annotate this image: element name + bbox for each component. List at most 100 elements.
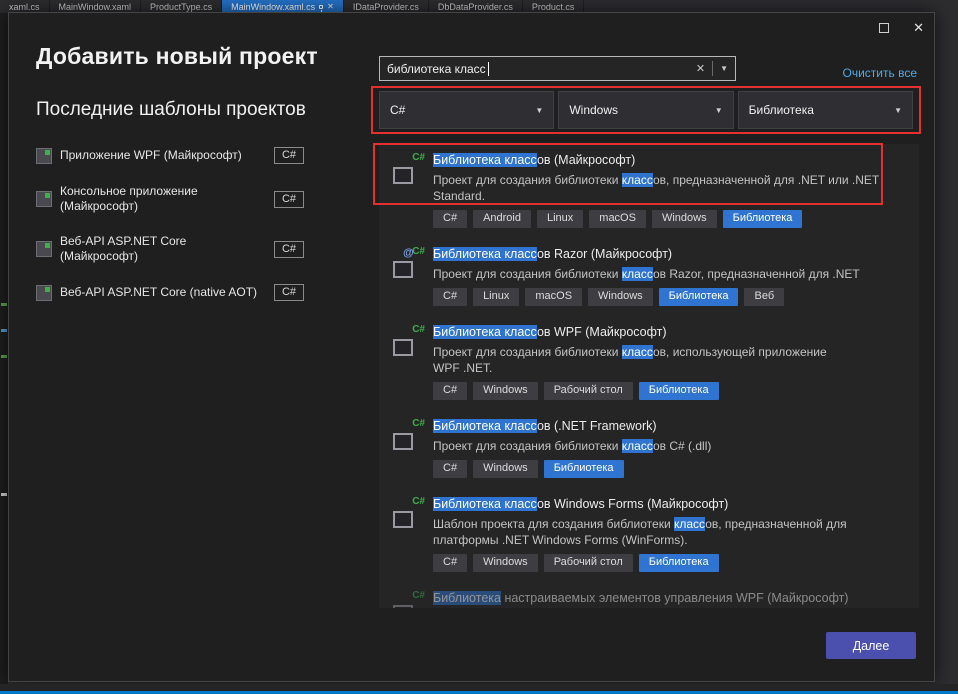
pin-icon[interactable] (319, 5, 323, 9)
plain-text: Проект для создания библиотеки (433, 439, 622, 453)
tag[interactable]: C# (433, 554, 467, 572)
tag[interactable]: Библиотека (723, 210, 803, 228)
template-result-item[interactable]: C# Библиотека классов (.NET Framework) Про… (379, 410, 919, 488)
close-tab-icon[interactable]: ✕ (327, 2, 334, 11)
template-result-item[interactable]: C# Библиотека настраиваемых элементов упр… (379, 582, 919, 608)
code-fragment (1, 493, 7, 496)
dialog-window-controls: ✕ (879, 21, 924, 34)
filter-value: Windows (569, 103, 618, 117)
clear-search-icon[interactable]: ✕ (696, 62, 705, 75)
tag[interactable]: Рабочий стол (544, 382, 633, 400)
search-results-list: C# Библиотека классов (Майкрософт) Проект … (379, 144, 919, 608)
search-input[interactable]: библиотека класс ✕ ▼ (379, 56, 736, 81)
add-new-project-dialog: ✕ Добавить новый проект библиотека класс… (8, 12, 935, 682)
editor-tab-label: IDataProvider.cs (353, 2, 419, 12)
language-badge: C# (274, 191, 304, 208)
web-api-aot-icon (36, 285, 52, 301)
template-result-content: Библиотека классов Windows Forms (Майкро… (433, 496, 909, 572)
template-box-shape (393, 339, 413, 356)
plain-text: ов Windows Forms (Майкрософт) (537, 497, 728, 511)
search-match-text: Библиотека класс (433, 153, 537, 167)
separator (712, 61, 713, 76)
tag[interactable]: Windows (652, 210, 717, 228)
clear-all-link[interactable]: Очистить все (843, 66, 917, 80)
chevron-down-icon: ▼ (535, 106, 543, 115)
editor-tab-label: Product.cs (532, 2, 575, 12)
tag[interactable]: Linux (537, 210, 583, 228)
search-controls: ✕ ▼ (696, 61, 728, 76)
template-title: Библиотека классов (Майкрософт) (433, 152, 909, 168)
recent-template-label: Консольное приложение(Майкрософт) (60, 184, 198, 214)
plain-text: ов WPF (Майкрософт) (537, 325, 667, 339)
tag[interactable]: C# (433, 210, 467, 228)
tag[interactable]: Веб (744, 288, 784, 306)
template-result-content: Библиотека классов WPF (Майкрософт)Проек… (433, 324, 909, 400)
recent-templates-heading: Последние шаблоны проектов (36, 99, 306, 121)
csharp-glyph: C# (412, 324, 425, 335)
template-tags: C# Linux macOS Windows Библиотека Веб (433, 288, 909, 306)
template-box-shape (393, 167, 413, 184)
template-tags: C# Android Linux macOS Windows Библиотека (433, 210, 909, 228)
tag[interactable]: Windows (473, 382, 538, 400)
plain-text: ов Razor (Майкрософт) (537, 247, 672, 261)
plain-text: ов (.NET Framework) (537, 419, 657, 433)
next-button[interactable]: Далее (826, 632, 916, 659)
filters-row: C#▼Windows▼Библиотека▼ (379, 91, 913, 129)
tag[interactable]: C# (433, 460, 467, 478)
tag[interactable]: Windows (473, 554, 538, 572)
tag[interactable]: macOS (589, 210, 646, 228)
web-api-icon (36, 241, 52, 257)
tag[interactable]: Библиотека (639, 382, 719, 400)
template-result-content: Библиотека классов (.NET Framework) Проек… (433, 418, 909, 478)
tag[interactable]: Android (473, 210, 531, 228)
tag[interactable]: Windows (473, 460, 538, 478)
visual-studio-window: xaml.csMainWindow.xamlProductType.csMain… (0, 0, 958, 694)
template-result-item[interactable]: C#@ Библиотека класс ов Razor (Майкрософт)… (379, 238, 919, 316)
filter-dropdown[interactable]: Windows▼ (558, 91, 733, 129)
template-result-item[interactable]: C# Библиотека классов (Майкрософт) Проект … (379, 144, 919, 238)
search-match-text: Библиотека класс (433, 419, 537, 433)
wpf-custom-control-library-icon: C# (391, 590, 425, 608)
editor-tab-label: MainWindow.xaml (59, 2, 132, 12)
csharp-glyph: C# (412, 246, 425, 257)
search-dropdown-icon[interactable]: ▼ (720, 64, 728, 73)
plain-text: ов, предназначенной для (705, 517, 846, 531)
tag[interactable]: Рабочий стол (544, 554, 633, 572)
recent-template-item[interactable]: Приложение WPF (Майкрософт)C# (36, 147, 304, 164)
recent-template-item[interactable]: Веб-API ASP.NET Core (native AOT)C# (36, 284, 304, 301)
tag[interactable]: Библиотека (639, 554, 719, 572)
tag[interactable]: macOS (525, 288, 582, 306)
plain-text: ов, использующей приложение (653, 345, 827, 359)
tag[interactable]: Библиотека (544, 460, 624, 478)
code-fragment (1, 355, 7, 358)
search-text: библиотека класс (387, 62, 486, 76)
template-title: Библиотека классов WPF (Майкрософт) (433, 324, 909, 340)
template-result-content: Библиотека настраиваемых элементов управ… (433, 590, 909, 608)
recent-template-item[interactable]: Веб-API ASP.NET Core(Майкрософт)C# (36, 234, 304, 264)
editor-tab-label: DbDataProvider.cs (438, 2, 513, 12)
tag[interactable]: Windows (588, 288, 653, 306)
close-icon[interactable]: ✕ (913, 21, 924, 34)
filter-dropdown[interactable]: C#▼ (379, 91, 554, 129)
template-result-content: Библиотека классов (Майкрософт) Проект дл… (433, 152, 909, 228)
maximize-icon[interactable] (879, 23, 889, 33)
tag[interactable]: C# (433, 382, 467, 400)
filter-dropdown[interactable]: Библиотека▼ (738, 91, 913, 129)
search-match-text: Библиотека (433, 591, 501, 605)
code-fragment (1, 329, 7, 332)
recent-template-item[interactable]: Консольное приложение(Майкрософт) C# (36, 184, 304, 214)
template-result-item[interactable]: C#Библиотека классов WPF (Майкрософт)Про… (379, 316, 919, 410)
plain-text: настраиваемых элементов управления WPF (… (501, 591, 849, 605)
recent-template-label: Приложение WPF (Майкрософт) (60, 148, 242, 163)
tag[interactable]: C# (433, 288, 467, 306)
razor-class-library-icon: C#@ (391, 246, 425, 280)
search-match-text: класс (622, 267, 653, 281)
template-description: Проект для создания библиотеки классов R… (433, 266, 885, 282)
tag[interactable]: Библиотека (659, 288, 739, 306)
csharp-glyph: C# (412, 152, 425, 163)
tag[interactable]: Linux (473, 288, 519, 306)
csharp-glyph: C# (412, 496, 425, 507)
search-match-text: класс (622, 345, 653, 359)
template-description: Проект для создания библиотеки классов, … (433, 172, 885, 204)
template-result-item[interactable]: C#Библиотека классов Windows Forms (Майк… (379, 488, 919, 582)
